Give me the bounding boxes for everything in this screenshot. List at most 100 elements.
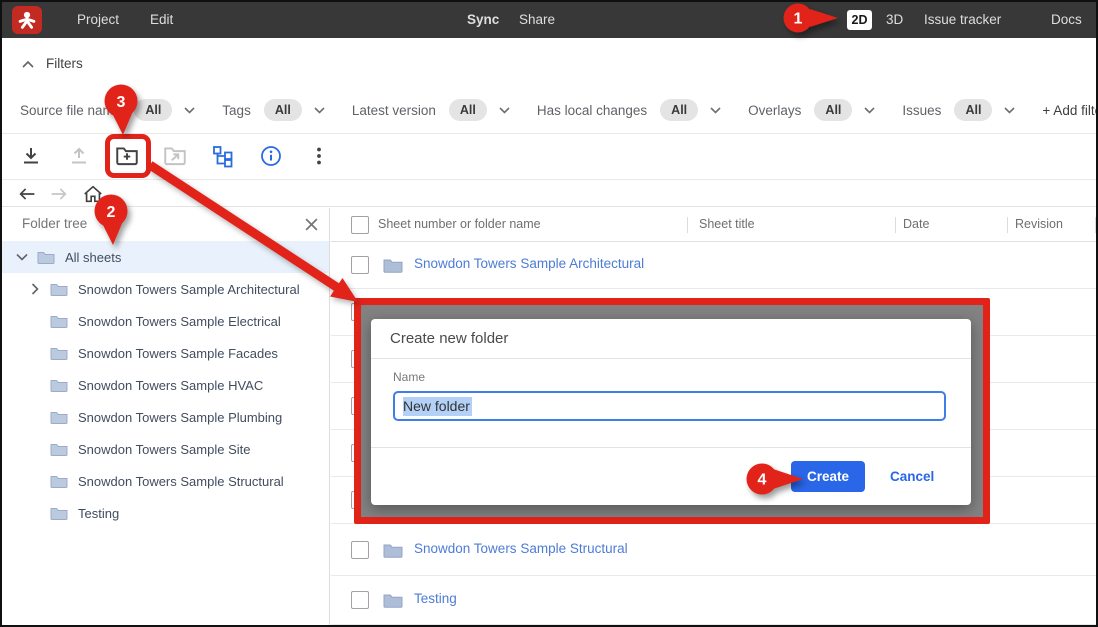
chevron-down-icon[interactable] xyxy=(1004,107,1015,114)
name-field-label: Name xyxy=(393,370,425,384)
filter-label: Has local changes xyxy=(537,103,647,118)
filter-label: Issues xyxy=(902,103,941,118)
filter-value-pill[interactable]: All xyxy=(660,99,698,121)
tree-item-label: Snowdon Towers Sample Site xyxy=(78,442,250,457)
filter-label: Latest version xyxy=(352,103,436,118)
top-bar: Project Edit Sync Share 2D 3D Issue trac… xyxy=(2,2,1096,38)
chevron-down-icon[interactable] xyxy=(499,107,510,114)
filter-label: Overlays xyxy=(748,103,801,118)
add-filter-button[interactable]: + Add filter xyxy=(1042,103,1098,118)
cancel-button[interactable]: Cancel xyxy=(890,461,934,492)
tab-docs[interactable]: Docs xyxy=(1051,2,1082,38)
share-button[interactable]: Share xyxy=(519,2,555,38)
filter-latest-version[interactable]: Latest version All xyxy=(352,99,510,121)
table-header: Sheet number or folder name Sheet title … xyxy=(331,208,1096,242)
row-checkbox[interactable] xyxy=(351,541,369,559)
column-header-date[interactable]: Date xyxy=(903,217,929,231)
forward-icon xyxy=(48,183,70,205)
tab-2d[interactable]: 2D xyxy=(847,10,872,30)
tree-item-site[interactable]: Snowdon Towers Sample Site xyxy=(2,433,329,465)
svg-text:2: 2 xyxy=(107,204,116,221)
filter-row: Source file name All Tags All Latest ver… xyxy=(20,99,1098,121)
filter-tags[interactable]: Tags All xyxy=(222,99,325,121)
filter-has-local-changes[interactable]: Has local changes All xyxy=(537,99,721,121)
folder-icon xyxy=(37,250,55,264)
tree-item-label: Snowdon Towers Sample HVAC xyxy=(78,378,263,393)
column-divider xyxy=(1007,217,1008,233)
dialog-title: Create new folder xyxy=(390,319,508,358)
chevron-right-icon[interactable] xyxy=(29,283,41,295)
tab-issue-tracker[interactable]: Issue tracker xyxy=(924,2,1001,38)
folder-icon xyxy=(50,474,68,488)
back-button[interactable] xyxy=(15,182,39,206)
filter-value-pill[interactable]: All xyxy=(264,99,302,121)
column-divider xyxy=(1095,217,1096,233)
column-divider xyxy=(687,217,688,233)
tree-item-label: Snowdon Towers Sample Facades xyxy=(78,346,278,361)
svg-text:1: 1 xyxy=(794,11,803,28)
filter-issues[interactable]: Issues All xyxy=(902,99,1015,121)
folder-icon xyxy=(50,378,68,392)
chevron-up-icon xyxy=(22,60,34,68)
upload-button[interactable] xyxy=(61,138,97,174)
folder-icon xyxy=(50,346,68,360)
table-row[interactable]: Snowdon Towers Sample Structural xyxy=(331,524,1096,576)
folder-link[interactable]: Snowdon Towers Sample Structural xyxy=(414,541,628,556)
app-window: Project Edit Sync Share 2D 3D Issue trac… xyxy=(0,0,1098,627)
forward-button[interactable] xyxy=(47,182,71,206)
chevron-down-icon[interactable] xyxy=(184,107,195,114)
input-selected-text: New folder xyxy=(403,397,472,416)
tree-item-label: Testing xyxy=(78,506,119,521)
tree-item-label: Snowdon Towers Sample Plumbing xyxy=(78,410,282,425)
folder-icon xyxy=(383,257,403,278)
chevron-down-icon[interactable] xyxy=(16,253,28,261)
table-row[interactable]: Snowdon Towers Sample Architectural xyxy=(331,242,1096,289)
upload-icon xyxy=(67,144,91,168)
annotation-pin-2: 2 xyxy=(91,192,133,250)
chevron-down-icon[interactable] xyxy=(864,107,875,114)
create-folder-dialog: Create new folder Name New folder Create… xyxy=(371,319,971,505)
table-row[interactable]: Testing xyxy=(331,576,1096,625)
filter-value-pill[interactable]: All xyxy=(449,99,487,121)
tree-item-facades[interactable]: Snowdon Towers Sample Facades xyxy=(2,337,329,369)
tree-item-structural[interactable]: Snowdon Towers Sample Structural xyxy=(2,465,329,497)
folder-icon xyxy=(383,592,403,613)
divider xyxy=(371,447,971,448)
tree-item-testing[interactable]: Testing xyxy=(2,497,329,529)
divider xyxy=(371,358,971,359)
filters-toggle[interactable]: Filters xyxy=(22,56,83,71)
annotation-pin-1: 1 xyxy=(772,2,842,38)
annotation-pin-4: 4 xyxy=(731,460,809,498)
tab-3d[interactable]: 3D xyxy=(886,2,903,38)
folder-icon xyxy=(383,542,403,563)
folder-icon xyxy=(50,410,68,424)
column-header-revision[interactable]: Revision xyxy=(1015,217,1063,231)
folder-name-input[interactable]: New folder xyxy=(393,391,946,421)
svg-text:4: 4 xyxy=(758,472,767,489)
column-divider xyxy=(895,217,896,233)
chevron-down-icon[interactable] xyxy=(710,107,721,114)
back-icon xyxy=(16,183,38,205)
menu-edit[interactable]: Edit xyxy=(150,2,173,38)
folder-link[interactable]: Snowdon Towers Sample Architectural xyxy=(414,256,644,271)
tree-item-label: Snowdon Towers Sample Structural xyxy=(78,474,284,489)
annotation-highlight-dialog: Create new folder Name New folder Create… xyxy=(354,298,990,524)
filter-value-pill[interactable]: All xyxy=(954,99,992,121)
tree-item-hvac[interactable]: Snowdon Towers Sample HVAC xyxy=(2,369,329,401)
filters-header-label: Filters xyxy=(46,56,83,71)
filter-value-pill[interactable]: All xyxy=(814,99,852,121)
row-checkbox[interactable] xyxy=(351,591,369,609)
sync-button[interactable]: Sync xyxy=(467,2,499,38)
folder-icon xyxy=(50,506,68,520)
menu-project[interactable]: Project xyxy=(77,2,119,38)
download-button[interactable] xyxy=(13,138,49,174)
folder-link[interactable]: Testing xyxy=(414,591,457,606)
column-header-name[interactable]: Sheet number or folder name xyxy=(378,217,541,231)
chevron-down-icon[interactable] xyxy=(314,107,325,114)
download-icon xyxy=(19,144,43,168)
column-header-sheet-title[interactable]: Sheet title xyxy=(699,217,755,231)
tree-item-plumbing[interactable]: Snowdon Towers Sample Plumbing xyxy=(2,401,329,433)
filter-overlays[interactable]: Overlays All xyxy=(748,99,875,121)
folder-icon xyxy=(50,282,68,296)
folder-tree-title: Folder tree xyxy=(22,216,87,231)
